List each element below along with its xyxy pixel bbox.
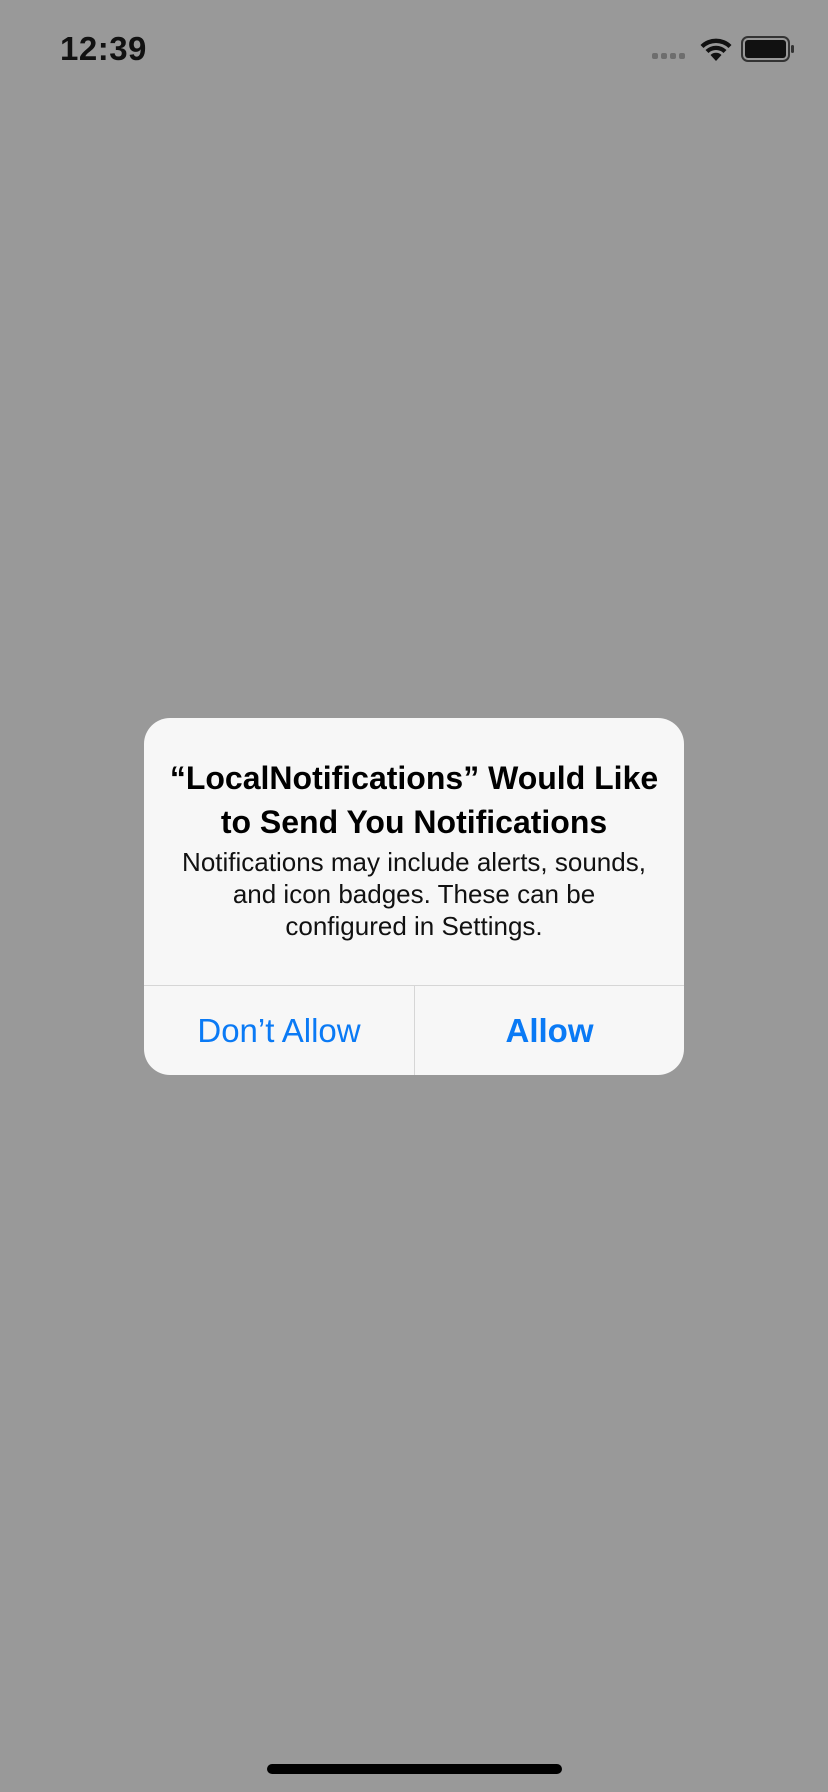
cellular-signal-icon [652, 53, 685, 59]
status-bar: 12:39 [0, 0, 828, 100]
notification-permission-alert: “LocalNotifications” Would Like to Send … [144, 718, 684, 1075]
battery-icon [741, 36, 794, 62]
home-indicator[interactable] [267, 1764, 562, 1774]
alert-title: “LocalNotifications” Would Like to Send … [169, 760, 659, 840]
dont-allow-button[interactable]: Don’t Allow [144, 986, 414, 1075]
allow-button[interactable]: Allow [415, 986, 684, 1075]
alert-message: Notifications may include alerts, sounds… [182, 847, 646, 941]
status-time: 12:39 [60, 30, 147, 67]
wifi-icon [700, 38, 732, 61]
